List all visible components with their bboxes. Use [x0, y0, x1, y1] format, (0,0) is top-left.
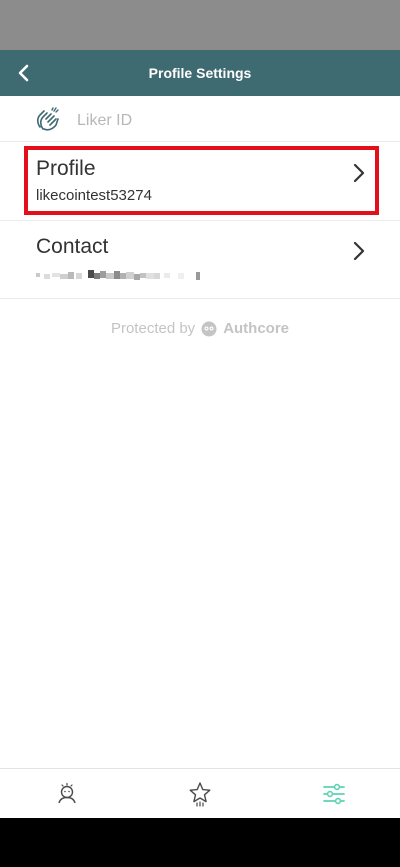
profile-title: Profile	[36, 157, 96, 180]
system-navigation-bar	[0, 818, 400, 867]
back-button[interactable]	[10, 59, 38, 87]
bottom-tab-bar	[0, 768, 400, 818]
person-icon	[57, 782, 76, 804]
status-bar	[0, 0, 400, 50]
sliders-icon	[322, 783, 345, 805]
app-bar: Profile Settings	[0, 50, 400, 96]
redacted-contact-value	[36, 270, 200, 280]
protected-by-footer: Protected by Authcore	[0, 320, 400, 337]
protected-by-label: Protected by	[110, 320, 196, 337]
contact-title: Contact	[36, 235, 109, 258]
chevron-left-icon	[18, 64, 29, 82]
profile-row[interactable]: Profile likecointest53274	[0, 143, 400, 221]
chevron-right-icon	[353, 241, 365, 261]
tab-settings[interactable]	[267, 769, 400, 819]
page-title: Profile Settings	[148, 65, 252, 81]
tab-profile[interactable]	[0, 769, 133, 819]
clapping-hands-icon	[36, 107, 59, 131]
tab-favorites[interactable]	[133, 769, 266, 819]
liker-id-row[interactable]: Liker ID	[0, 96, 400, 142]
profile-username: likecointest53274	[36, 187, 152, 204]
authcore-logo-icon	[201, 321, 217, 336]
liker-id-label: Liker ID	[77, 112, 133, 129]
star-icon	[189, 782, 210, 807]
chevron-right-icon	[353, 163, 365, 183]
authcore-brand: Authcore	[223, 320, 290, 337]
contact-row[interactable]: Contact	[0, 221, 400, 299]
